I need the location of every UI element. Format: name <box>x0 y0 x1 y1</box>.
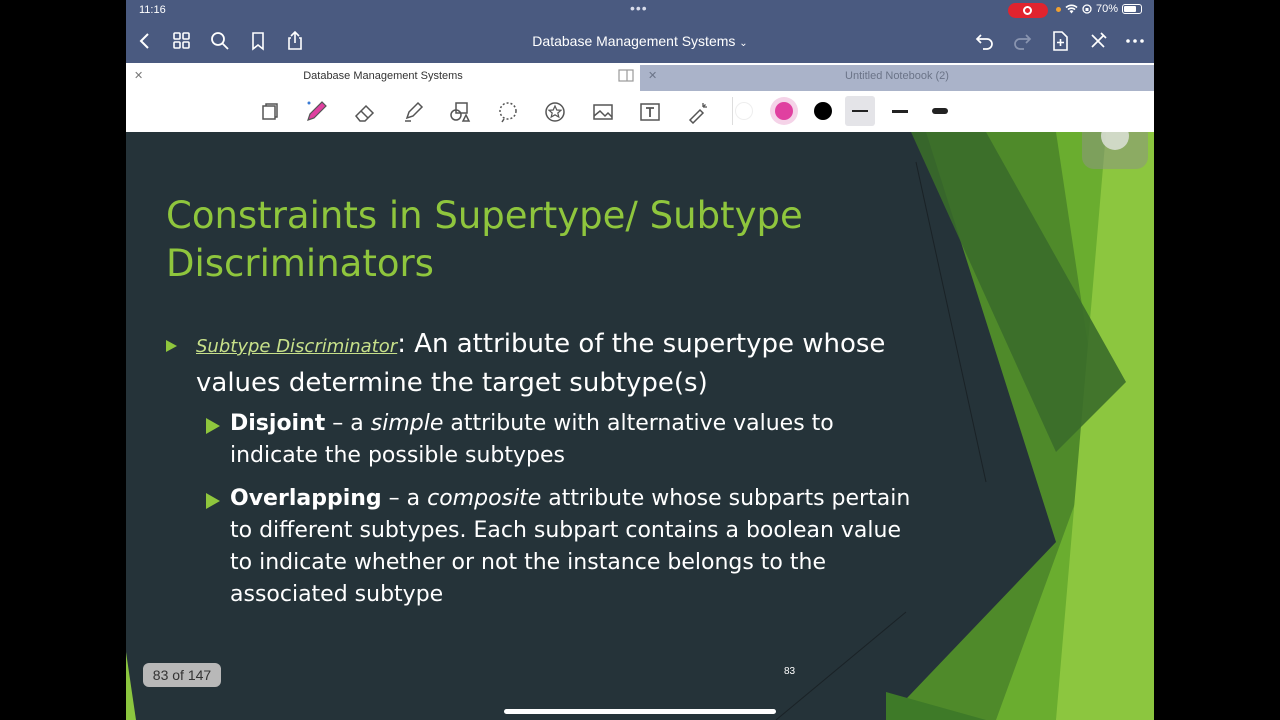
tab-bar: ✕ Database Management Systems ✕ Untitled… <box>126 63 1154 91</box>
stroke-thin-selected[interactable] <box>845 96 875 126</box>
stroke-thick[interactable] <box>932 108 948 114</box>
split-view-icon[interactable] <box>618 69 634 83</box>
redo-icon[interactable] <box>1011 30 1033 52</box>
add-page-icon[interactable] <box>1049 30 1071 52</box>
bullet-subtype-discriminator: Subtype Discriminator: An attribute of t… <box>166 326 906 402</box>
lasso-icon[interactable] <box>496 100 520 124</box>
document-title-text: Database Management Systems <box>532 33 736 49</box>
slide-page[interactable]: Constraints in Supertype/ Subtype Discri… <box>126 132 1154 720</box>
slide-title: Constraints in Supertype/ Subtype Discri… <box>166 194 803 285</box>
lasso-book-icon[interactable] <box>258 100 282 124</box>
more-icon[interactable] <box>1124 30 1146 52</box>
tab-label: Untitled Notebook (2) <box>845 70 949 82</box>
ipad-screen: 11:16 ••• 70% Database Management System… <box>126 0 1154 720</box>
color-white-swatch[interactable] <box>735 102 753 120</box>
color-pink-swatch-selected[interactable] <box>770 97 798 125</box>
bullet-term: Disjoint <box>230 411 326 436</box>
toolbar-divider <box>732 97 733 125</box>
multitasking-dots-icon[interactable]: ••• <box>630 0 648 16</box>
bullet-disjoint: Disjoint – a simple attribute with alter… <box>206 408 926 472</box>
bullet-term: Overlapping <box>230 486 382 511</box>
status-indicators: 70% <box>1056 3 1143 15</box>
orientation-lock-icon <box>1082 4 1092 14</box>
shapes-icon[interactable] <box>448 100 472 124</box>
slide-number: 83 <box>784 666 796 677</box>
tab-database-management-systems[interactable]: ✕ Database Management Systems <box>126 63 640 91</box>
page-indicator[interactable]: 83 of 147 <box>143 663 221 687</box>
bullet-emphasis: simple <box>370 411 444 436</box>
bullet-dash: – a <box>381 486 428 511</box>
bullet-overlapping: Overlapping – a composite attribute whos… <box>206 483 926 611</box>
battery-icon <box>1122 4 1143 14</box>
close-pen-icon[interactable] <box>1087 30 1109 52</box>
mic-indicator-icon <box>1056 6 1061 12</box>
floating-tool-button[interactable] <box>1082 132 1148 169</box>
screen-recording-icon[interactable] <box>1008 3 1048 18</box>
undo-icon[interactable] <box>974 30 996 52</box>
pen-icon[interactable] <box>304 100 328 124</box>
text-icon[interactable] <box>638 100 662 124</box>
home-indicator[interactable] <box>504 709 776 714</box>
navigation-bar: 11:16 ••• 70% Database Management System… <box>126 0 1154 63</box>
tab-label: Database Management Systems <box>303 70 463 82</box>
drawing-toolbar <box>126 91 1154 132</box>
status-time: 11:16 <box>139 4 166 16</box>
color-black-swatch[interactable] <box>814 102 832 120</box>
bullet-dash: – a <box>325 411 371 436</box>
highlighter-icon[interactable] <box>401 100 425 124</box>
battery-percent: 70% <box>1096 3 1119 15</box>
laser-icon[interactable] <box>686 100 710 124</box>
bullet-term: Subtype Discriminator <box>196 336 398 357</box>
eraser-icon[interactable] <box>353 100 377 124</box>
chevron-down-icon: ⌄ <box>739 38 748 49</box>
image-icon[interactable] <box>591 100 615 124</box>
bullet-triangle-icon <box>206 418 220 434</box>
stroke-medium[interactable] <box>892 110 908 113</box>
sticker-icon[interactable] <box>543 100 567 124</box>
tab-untitled-notebook[interactable]: ✕ Untitled Notebook (2) <box>640 65 1154 91</box>
bullet-triangle-icon <box>166 340 177 352</box>
bullet-triangle-icon <box>206 493 220 509</box>
bullet-emphasis: composite <box>427 486 542 511</box>
wifi-icon <box>1065 4 1078 14</box>
document-title[interactable]: Database Management Systems ⌄ <box>126 33 1154 49</box>
